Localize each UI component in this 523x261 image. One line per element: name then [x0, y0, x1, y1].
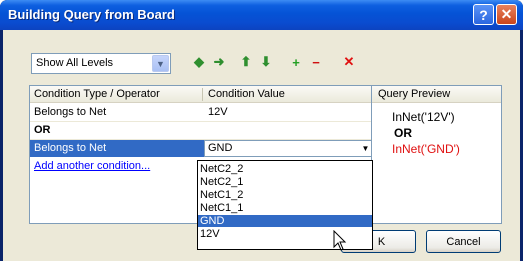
- add-icon[interactable]: +: [288, 54, 304, 70]
- dialog-window: Building Query from Board ? ✕ Show All L…: [0, 0, 523, 261]
- levels-select-value: Show All Levels: [36, 57, 114, 69]
- table-row-selected[interactable]: Belongs to Net GND ▼: [30, 140, 374, 157]
- preview-line: OR: [394, 126, 412, 140]
- cancel-button[interactable]: Cancel: [426, 230, 501, 253]
- header-condition-type[interactable]: Condition Type / Operator: [34, 88, 160, 100]
- row-type: Belongs to Net: [34, 106, 107, 118]
- move-left-icon[interactable]: ◆: [191, 54, 207, 70]
- dropdown-option[interactable]: NetC1_1: [198, 202, 372, 214]
- title-bar[interactable]: Building Query from Board ? ✕: [0, 0, 523, 30]
- row-operator: OR: [34, 124, 51, 136]
- query-preview-panel: Query Preview InNet('12V') OR InNet('GND'): [371, 85, 502, 224]
- delete-icon[interactable]: ✕: [341, 54, 357, 70]
- mouse-cursor-icon: [333, 230, 347, 251]
- help-button[interactable]: ?: [473, 4, 494, 25]
- add-condition-link[interactable]: Add another condition...: [34, 160, 150, 172]
- row-value: 12V: [208, 106, 228, 118]
- row-type: Belongs to Net: [34, 142, 107, 154]
- preview-line: InNet('GND'): [392, 142, 460, 156]
- move-down-icon[interactable]: ⬇: [258, 54, 274, 70]
- remove-icon[interactable]: −: [308, 54, 324, 70]
- ok-button-label: K: [377, 235, 386, 248]
- close-button[interactable]: ✕: [496, 4, 517, 25]
- preview-line: InNet('12V'): [392, 110, 455, 124]
- preview-header: Query Preview: [372, 86, 501, 103]
- header-condition-value[interactable]: Condition Value: [208, 88, 285, 100]
- condition-value-combo[interactable]: GND ▼: [204, 140, 374, 157]
- window-title: Building Query from Board: [8, 7, 175, 22]
- levels-select[interactable]: Show All Levels ▼: [31, 53, 171, 74]
- move-right-icon[interactable]: ➜: [211, 54, 227, 70]
- dropdown-option[interactable]: NetC1_2: [198, 189, 372, 201]
- grid-header: Condition Type / Operator Condition Valu…: [30, 86, 374, 103]
- dropdown-option[interactable]: GND: [198, 215, 372, 227]
- combo-value: GND: [208, 142, 233, 154]
- preview-header-label: Query Preview: [378, 88, 451, 100]
- move-up-icon[interactable]: ⬆: [238, 54, 254, 70]
- table-row[interactable]: OR: [30, 122, 374, 139]
- header-separator: [202, 88, 203, 101]
- chevron-down-icon[interactable]: ▼: [152, 55, 169, 72]
- dropdown-option[interactable]: NetC2_1: [198, 176, 372, 188]
- table-row[interactable]: Belongs to Net 12V: [30, 104, 374, 121]
- dropdown-option[interactable]: NetC2_2: [198, 163, 372, 175]
